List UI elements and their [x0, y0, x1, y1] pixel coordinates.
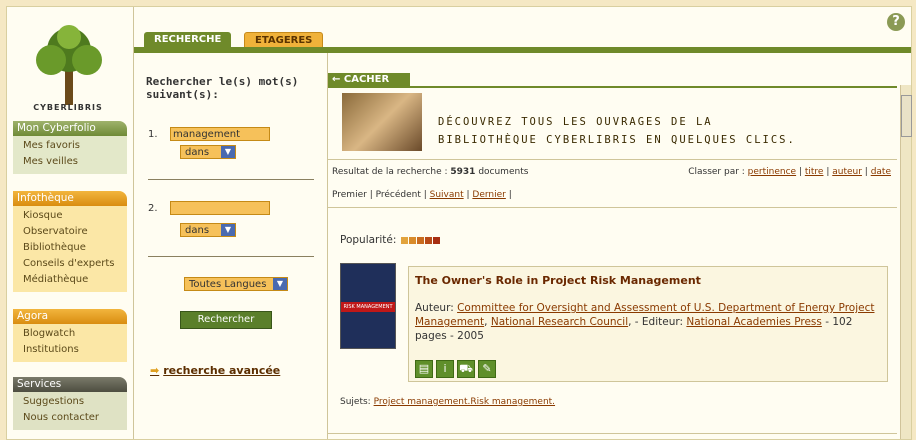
book-actions: ▤ i ⛟ ✎ [415, 357, 499, 378]
divider [328, 159, 897, 160]
nav-item-blogwatch[interactable]: Blogwatch [23, 326, 127, 342]
popularity-square [400, 236, 408, 244]
popularity-square [424, 236, 432, 244]
pager-next[interactable]: Suivant [430, 190, 464, 200]
sort-titre[interactable]: titre [805, 167, 824, 177]
chevron-down-icon: ▼ [273, 278, 287, 290]
tab-bar: RECHERCHE ETAGERES [134, 28, 911, 50]
rechercher-button[interactable]: Rechercher [180, 311, 272, 329]
divider [148, 179, 314, 180]
subjects: Sujets: Project management.Risk manageme… [340, 397, 556, 407]
book-card: The Owner's Role in Project Risk Managem… [408, 266, 888, 382]
editor-link[interactable]: National Academies Press [686, 316, 821, 328]
author2-link[interactable]: National Research Council [491, 316, 628, 328]
search-input-1[interactable]: management [170, 127, 270, 141]
nav-heading-agora[interactable]: Agora [13, 309, 127, 324]
sort-pertinence[interactable]: pertinence [748, 167, 796, 177]
scope-select-1[interactable]: dans ▼ [180, 145, 236, 159]
scrollbar[interactable] [900, 85, 912, 439]
field2-number: 2. [148, 203, 158, 214]
nav-section-services: Services Suggestions Nous contacter [13, 377, 127, 430]
chevron-down-icon: ▼ [221, 224, 235, 236]
banner-text: DÉCOUVREZ TOUS LES OUVRAGES DE LA BIBLIO… [438, 116, 796, 146]
chevron-down-icon: ▼ [221, 146, 235, 158]
subjects-link[interactable]: Project management.Risk management. [374, 397, 555, 407]
book-info: Auteur: Committee for Oversight and Asse… [415, 302, 875, 342]
sort-auteur[interactable]: auteur [832, 167, 862, 177]
info-icon[interactable]: i [436, 360, 454, 378]
magnifier-banner-image [342, 93, 422, 151]
nav-heading-services[interactable]: Services [13, 377, 127, 392]
nav-section-cyberfolio: Mon Cyberfolio Mes favoris Mes veilles [13, 121, 127, 174]
search-input-2[interactable] [170, 201, 270, 215]
popularity-square [432, 236, 440, 244]
nav-heading-infotheque[interactable]: Infothèque [13, 191, 127, 206]
nav-item-bibliotheque[interactable]: Bibliothèque [23, 240, 127, 256]
result-count: Resultat de la recherche : 5931 document… [332, 167, 529, 177]
pager-prev: Précédent [375, 190, 421, 200]
nav-item-veilles[interactable]: Mes veilles [23, 154, 127, 170]
search-panel: Rechercher le(s) mot(s) suivant(s): 1. m… [134, 53, 328, 439]
pager-first: Premier [332, 190, 367, 200]
arrow-right-icon: ➡ [150, 364, 160, 377]
nav-section-infotheque: Infothèque Kiosque Observatoire Biblioth… [13, 191, 127, 292]
scope-select-2[interactable]: dans ▼ [180, 223, 236, 237]
cacher-bar [328, 86, 897, 88]
nav-item-favoris[interactable]: Mes favoris [23, 138, 127, 154]
popularity: Popularité: [340, 234, 440, 246]
scrollbar-thumb[interactable] [901, 95, 912, 137]
popularity-square [408, 236, 416, 244]
pager: Premier | Précédent | Suivant | Dernier … [332, 190, 512, 200]
divider [328, 207, 897, 208]
pager-last[interactable]: Dernier [472, 190, 505, 200]
app-frame: CYBERLIBRIS Mon Cyberfolio Mes favoris M… [6, 6, 912, 440]
book-cover[interactable]: RISK MANAGEMENT [340, 263, 396, 349]
search-title: Rechercher le(s) mot(s) suivant(s): [146, 75, 299, 101]
help-icon[interactable]: ? [887, 13, 905, 31]
nav-item-institutions[interactable]: Institutions [23, 342, 127, 358]
tree-logo-icon [36, 25, 102, 105]
nav-item-suggestions[interactable]: Suggestions [23, 394, 127, 410]
language-select[interactable]: Toutes Langues ▼ [184, 277, 288, 291]
results-panel: ← CACHER DÉCOUVREZ TOUS LES OUVRAGES DE … [328, 53, 912, 439]
annotate-icon[interactable]: ✎ [478, 360, 496, 378]
nav-item-kiosque[interactable]: Kiosque [23, 208, 127, 224]
advanced-search-link[interactable]: ➡ recherche avancée [150, 364, 280, 377]
divider [148, 256, 314, 257]
nav-item-mediatheque[interactable]: Médiathèque [23, 272, 127, 288]
popularity-square [416, 236, 424, 244]
logo-text: CYBERLIBRIS [33, 103, 103, 112]
nav-item-observatoire[interactable]: Observatoire [23, 224, 127, 240]
field1-number: 1. [148, 129, 158, 140]
cacher-button[interactable]: ← CACHER [328, 73, 410, 87]
sort-date[interactable]: date [871, 167, 891, 177]
book-details-icon[interactable]: ▤ [415, 360, 433, 378]
nav-section-agora: Agora Blogwatch Institutions [13, 309, 127, 362]
nav-item-contact[interactable]: Nous contacter [23, 410, 127, 426]
tab-recherche[interactable]: RECHERCHE [144, 32, 232, 48]
nav-item-conseils[interactable]: Conseils d'experts [23, 256, 127, 272]
left-nav: CYBERLIBRIS Mon Cyberfolio Mes favoris M… [7, 7, 134, 439]
nav-heading-cyberfolio[interactable]: Mon Cyberfolio [13, 121, 127, 136]
sort-options: Classer par : pertinence | titre | auteu… [688, 167, 891, 177]
book-title[interactable]: The Owner's Role in Project Risk Managem… [415, 274, 701, 287]
divider [328, 433, 897, 434]
cart-icon[interactable]: ⛟ [457, 360, 475, 378]
